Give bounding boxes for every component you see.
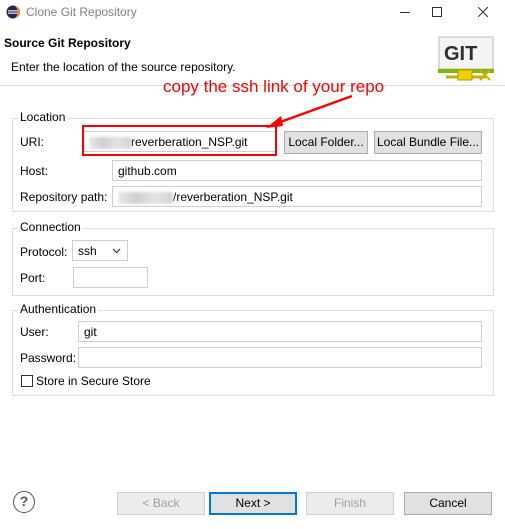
window-title: Clone Git Repository [26,5,137,19]
secure-store-checkbox[interactable] [21,375,33,387]
repository-path-input[interactable]: /reverberation_NSP.git [112,186,482,207]
repository-path-value: /reverberation_NSP.git [173,190,293,204]
cancel-button[interactable]: Cancel [404,492,492,515]
uri-input[interactable]: reverberation_NSP.git [83,131,276,152]
git-logo-icon: GIT [438,36,494,81]
redacted-text [89,136,131,149]
location-group-label: Location [18,110,68,124]
local-bundle-file-button[interactable]: Local Bundle File... [374,131,482,154]
maximize-button[interactable] [422,2,452,22]
page-title: Source Git Repository [4,36,131,50]
minimize-icon [400,12,410,13]
minimize-button[interactable] [390,2,420,22]
redacted-text [118,191,173,204]
maximize-icon [432,7,442,17]
annotation-text: copy the ssh link of your repo [163,77,385,96]
protocol-label: Protocol: [20,245,68,259]
connection-group-label: Connection [18,220,83,234]
next-button[interactable]: Next > [209,492,297,515]
host-label: Host: [20,164,49,178]
user-input[interactable]: git [78,321,482,342]
secure-store-label: Store in Secure Store [36,374,151,388]
uri-value: reverberation_NSP.git [131,135,248,149]
close-icon [477,6,489,18]
page-description: Enter the location of the source reposit… [11,60,236,74]
chevron-down-icon [112,242,121,263]
local-folder-button[interactable]: Local Folder... [284,131,368,154]
git-logo-text: GIT [444,43,477,65]
password-label: Password: [20,351,77,365]
help-button[interactable]: ? [13,491,35,513]
uri-label: URI: [20,135,44,149]
port-input[interactable] [73,267,148,288]
repository-path-label: Repository path: [20,190,108,204]
title-bar: Clone Git Repository [0,0,505,24]
user-label: User: [20,325,49,339]
password-input[interactable] [78,347,482,368]
protocol-select[interactable]: ssh [72,240,128,261]
port-label: Port: [20,271,46,285]
close-window-button[interactable] [468,2,498,22]
protocol-value: ssh [78,244,97,258]
finish-button[interactable]: Finish [306,492,394,515]
host-input[interactable]: github.com [112,160,482,181]
authentication-group-label: Authentication [18,302,99,316]
eclipse-icon [6,5,20,19]
back-button[interactable]: < Back [117,492,205,515]
